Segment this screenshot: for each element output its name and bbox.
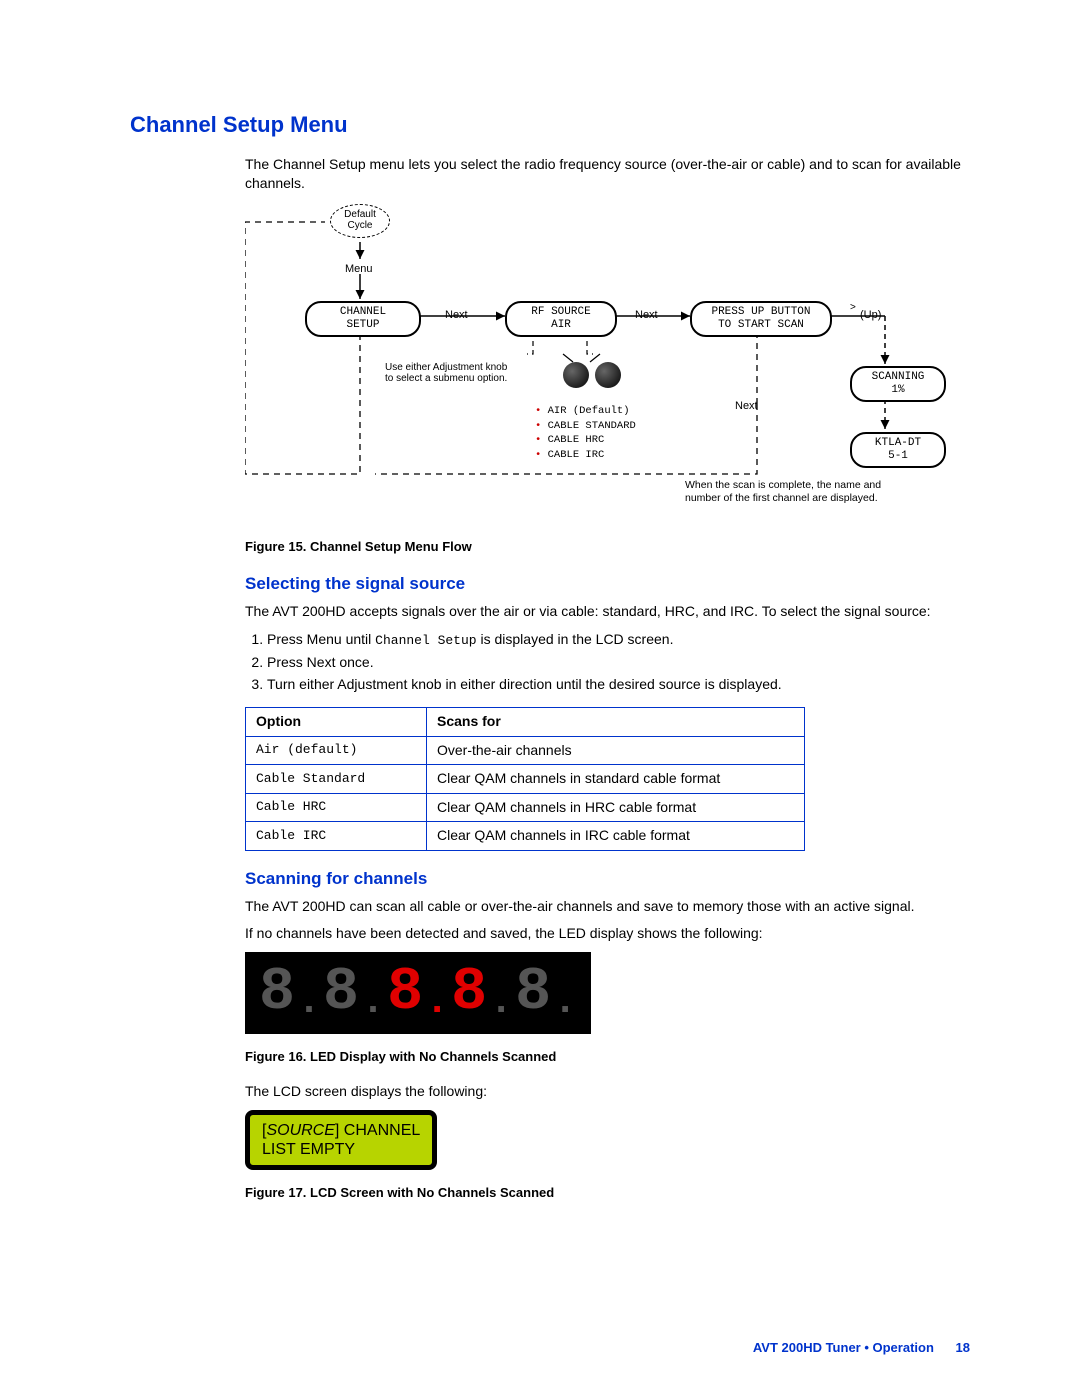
scan-complete-note: When the scan is complete, the name and … [685, 479, 955, 504]
rf-source-options-list: AIR (Default) CABLE STANDARD CABLE HRC C… [535, 404, 636, 463]
adjustment-knob-left [563, 362, 589, 388]
lcd-line2: LIST EMPTY [262, 1140, 420, 1159]
lcd-line1: [SOURCE] CHANNEL [262, 1121, 420, 1140]
press-up-box: PRESS UP BUTTON TO START SCAN [690, 301, 832, 337]
scanning-heading: Scanning for channels [245, 867, 970, 891]
led-digit-4: 8 [450, 963, 488, 1023]
table-row: Air (default) Over-the-air channels [246, 736, 805, 765]
intro-paragraph: The Channel Setup menu lets you select t… [245, 155, 970, 194]
figure15-diagram: > Default Cycle Menu CHANNEL SETUP Next [245, 204, 965, 524]
scanning-para1: The AVT 200HD can scan all cable or over… [245, 897, 970, 917]
scanning-box: SCANNING 1% [850, 366, 946, 402]
document-page: Channel Setup Menu The Channel Setup men… [0, 0, 1080, 1397]
step-2: Press Next once. [267, 653, 970, 673]
svg-text:>: > [850, 302, 856, 313]
bullet-cable-hrc: CABLE HRC [535, 433, 636, 448]
figure15-caption: Figure 15. Channel Setup Menu Flow [245, 538, 970, 556]
page-footer: AVT 200HD Tuner • Operation 18 [753, 1339, 970, 1357]
led-dot-1: . [296, 983, 322, 1023]
cycle-bottom: Cycle [347, 220, 372, 231]
led-dot-5: . [552, 983, 578, 1023]
bullet-air: AIR (Default) [535, 404, 636, 419]
ktla-box: KTLA-DT 5-1 [850, 432, 946, 468]
selecting-para: The AVT 200HD accepts signals over the a… [245, 602, 970, 622]
scanning-para2: If no channels have been detected and sa… [245, 924, 970, 944]
selecting-steps: Press Menu until Channel Setup is displa… [245, 630, 970, 695]
lcd-intro-para: The LCD screen displays the following: [245, 1082, 970, 1102]
figure17-caption: Figure 17. LCD Screen with No Channels S… [245, 1184, 970, 1202]
led-dot-2: . [360, 983, 386, 1023]
options-table: Option Scans for Air (default) Over-the-… [245, 707, 805, 851]
table-row: Cable Standard Clear QAM channels in sta… [246, 765, 805, 794]
table-row: Cable HRC Clear QAM channels in HRC cabl… [246, 793, 805, 822]
cycle-top: Default [344, 209, 376, 220]
led-digit-1: 8 [258, 963, 296, 1023]
table-row: Cable IRC Clear QAM channels in IRC cabl… [246, 822, 805, 851]
led-digit-5: 8 [514, 963, 552, 1023]
default-cycle-oval: Default Cycle [330, 204, 390, 238]
lcd-screen: [SOURCE] CHANNEL LIST EMPTY [245, 1110, 437, 1170]
led-digit-2: 8 [322, 963, 360, 1023]
led-digit-3: 8 [386, 963, 424, 1023]
step-3: Turn either Adjustment knob in either di… [267, 675, 970, 695]
up-label: (Up) [860, 308, 881, 323]
footer-text: AVT 200HD Tuner • Operation [753, 1340, 934, 1355]
step-1: Press Menu until Channel Setup is displa… [267, 630, 970, 650]
next-label-1: Next [445, 308, 468, 323]
rf-source-box: RF SOURCE AIR [505, 301, 617, 337]
led-dot-3: . [424, 983, 450, 1023]
next-label-3: Next [735, 399, 758, 414]
adjustment-knob-right [595, 362, 621, 388]
bullet-cable-irc: CABLE IRC [535, 448, 636, 463]
figure16-caption: Figure 16. LED Display with No Channels … [245, 1048, 970, 1066]
bullet-cable-standard: CABLE STANDARD [535, 419, 636, 434]
knob-note: Use either Adjustment knob to select a s… [385, 362, 550, 385]
selecting-heading: Selecting the signal source [245, 572, 970, 596]
page-number: 18 [956, 1340, 970, 1355]
led-dot-4: . [488, 983, 514, 1023]
next-label-2: Next [635, 308, 658, 323]
channel-setup-box: CHANNEL SETUP [305, 301, 421, 337]
table-header-scansfor: Scans for [427, 707, 805, 736]
table-header-option: Option [246, 707, 427, 736]
menu-label: Menu [345, 262, 373, 277]
led-display: 8 . 8 . 8 . 8 . 8 . [245, 952, 591, 1034]
page-title: Channel Setup Menu [130, 110, 970, 141]
